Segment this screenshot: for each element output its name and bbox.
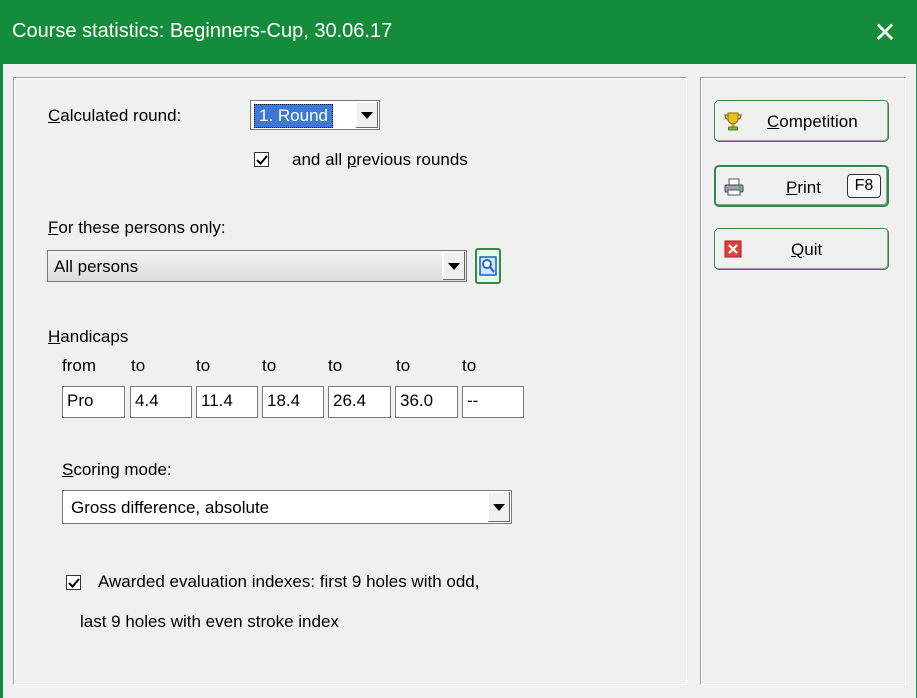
search-icon <box>479 256 497 276</box>
evaluation-indexes-label-line2: last 9 holes with even stroke index <box>80 612 339 631</box>
title-bar: Course statistics: Beginners-Cup, 30.06.… <box>0 0 917 64</box>
chevron-down-icon <box>361 111 373 119</box>
handicap-field-to-6[interactable]: -- <box>462 386 524 418</box>
handicap-field-to-4[interactable]: 26.4 <box>328 386 391 418</box>
check-icon <box>256 155 268 165</box>
quit-button-label: Quit <box>791 240 823 259</box>
handicap-field-from[interactable]: Pro <box>62 386 125 418</box>
handicap-field-to-1[interactable]: 4.4 <box>130 386 192 418</box>
handicap-header-to-5: to <box>396 356 411 375</box>
trophy-icon <box>724 112 742 131</box>
print-button[interactable]: Print F8 <box>714 165 889 207</box>
all-previous-rounds-checkbox[interactable] <box>254 152 269 167</box>
persons-select[interactable]: All persons <box>47 250 467 282</box>
chevron-down-icon <box>448 262 460 270</box>
chevron-down-icon <box>493 503 505 511</box>
persons-dropdown-button[interactable] <box>442 252 465 280</box>
handicap-header-to-1: to <box>131 356 146 375</box>
handicap-header-to-2: to <box>196 356 211 375</box>
close-button[interactable]: ✕ <box>853 0 917 64</box>
quit-button[interactable]: Quit <box>714 228 889 270</box>
print-button-label: Print <box>786 178 821 197</box>
handicaps-label: Handicaps <box>48 327 129 346</box>
handicap-header-from: from <box>62 356 96 375</box>
handicap-header-to-3: to <box>262 356 277 375</box>
f8-shortcut-badge: F8 <box>847 174 881 198</box>
window-title: Course statistics: Beginners-Cup, 30.06.… <box>12 20 393 42</box>
calculated-round-label: Calculated round: <box>48 106 182 125</box>
handicap-header-to-4: to <box>328 356 343 375</box>
evaluation-indexes-label: Awarded evaluation indexes: first 9 hole… <box>98 572 480 591</box>
scoring-dropdown-button[interactable] <box>487 492 510 522</box>
all-previous-rounds-label: and all previous rounds <box>292 150 468 169</box>
competition-button-label: Competition <box>767 112 858 131</box>
round-dropdown-button[interactable] <box>355 102 378 128</box>
close-icon[interactable]: ✕ <box>873 16 896 49</box>
persons-select-value: All persons <box>54 257 139 276</box>
window-border-left <box>0 64 3 698</box>
round-select-value: 1. Round <box>254 104 333 128</box>
person-search-button[interactable] <box>475 248 501 284</box>
handicap-field-to-3[interactable]: 18.4 <box>262 386 324 418</box>
scoring-mode-select[interactable]: Gross difference, absolute <box>62 490 512 524</box>
dialog-window: Course statistics: Beginners-Cup, 30.06.… <box>0 0 917 698</box>
printer-icon <box>724 178 744 196</box>
check-icon <box>68 578 80 588</box>
quit-icon <box>724 240 742 258</box>
handicap-field-to-2[interactable]: 11.4 <box>196 386 258 418</box>
scoring-mode-value: Gross difference, absolute <box>71 498 270 517</box>
handicap-field-to-5[interactable]: 36.0 <box>395 386 458 418</box>
competition-button[interactable]: Competition <box>714 100 889 142</box>
handicap-header-to-6: to <box>462 356 477 375</box>
scoring-mode-label: Scoring mode: <box>62 460 172 479</box>
persons-label: For these persons only: <box>48 218 226 237</box>
evaluation-indexes-checkbox[interactable] <box>66 575 81 590</box>
round-select[interactable]: 1. Round <box>250 100 380 130</box>
